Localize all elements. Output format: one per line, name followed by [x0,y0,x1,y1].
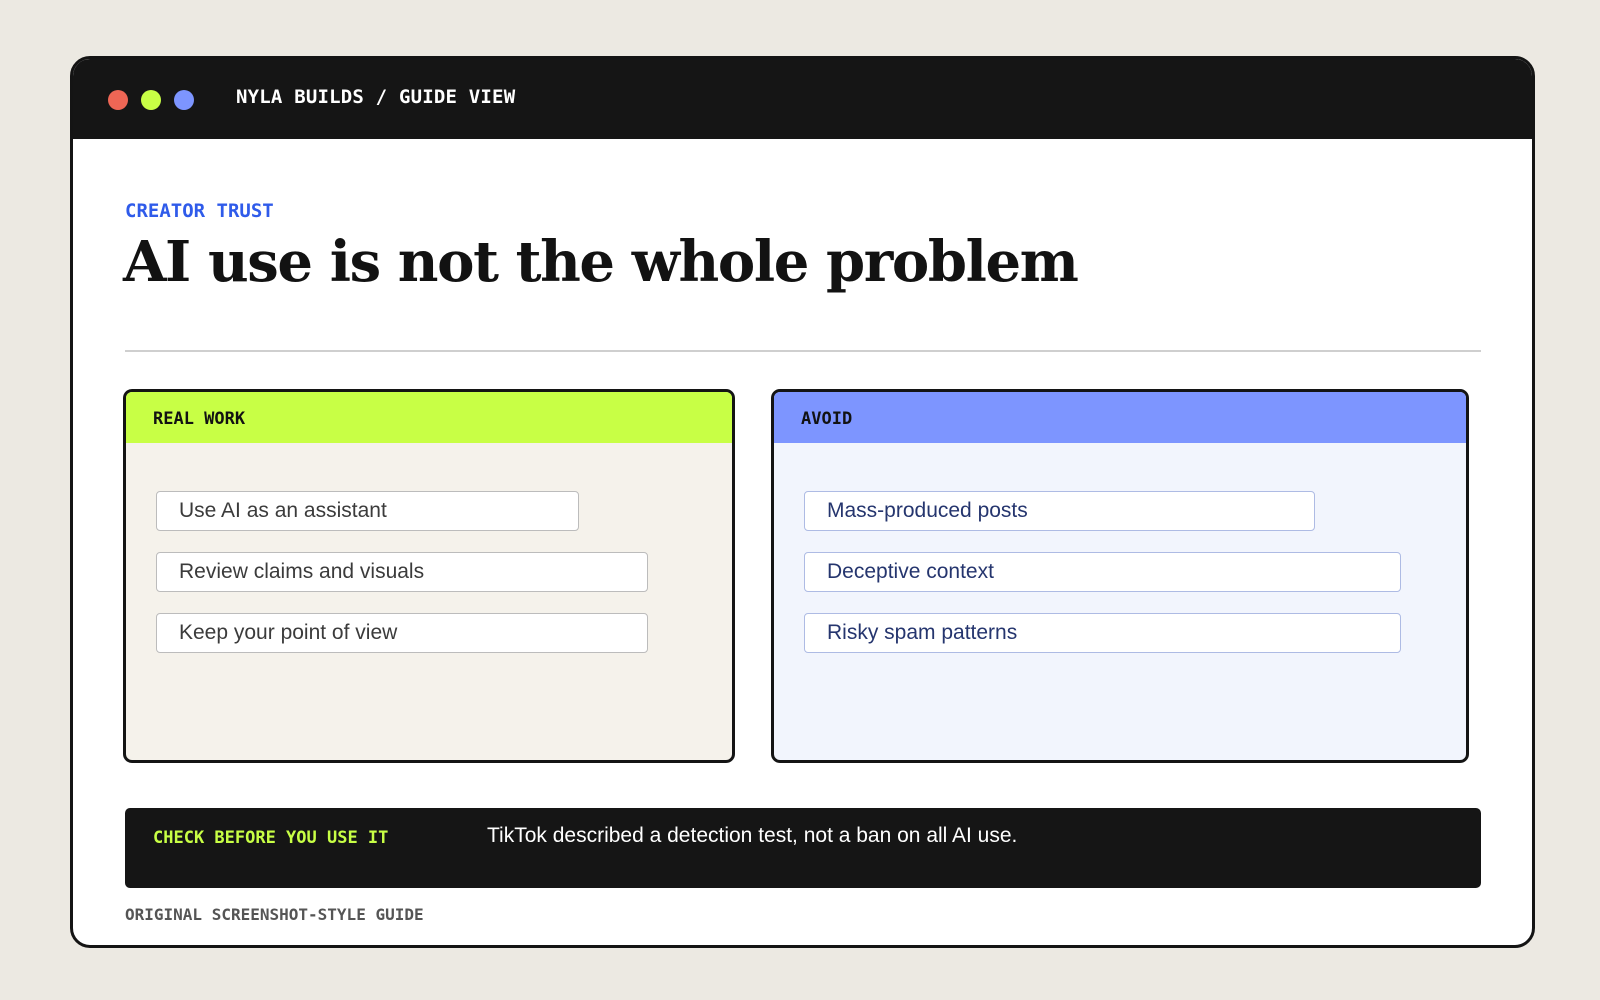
divider [125,350,1481,352]
real-work-panel: REAL WORK Use AI as an assistant Review … [123,389,735,763]
real-work-panel-header: REAL WORK [126,392,732,443]
callout-label: CHECK BEFORE YOU USE IT [153,828,389,848]
maximize-dot-icon[interactable] [174,90,194,110]
footer-note: ORIGINAL SCREENSHOT-STYLE GUIDE [125,905,424,924]
list-item: Deceptive context [804,552,1401,592]
title-bar: NYLA BUILDS / GUIDE VIEW [73,59,1532,139]
list-item: Review claims and visuals [156,552,648,592]
list-item: Risky spam patterns [804,613,1401,653]
list-item: Keep your point of view [156,613,648,653]
avoid-panel: AVOID Mass-produced posts Deceptive cont… [771,389,1469,763]
avoid-label: AVOID [801,409,853,429]
callout-text: TikTok described a detection test, not a… [487,824,1018,847]
avoid-panel-header: AVOID [774,392,1466,443]
guide-window: NYLA BUILDS / GUIDE VIEW CREATOR TRUST A… [70,56,1535,948]
section-eyebrow: CREATOR TRUST [125,200,274,222]
real-work-label: REAL WORK [153,409,246,429]
check-callout: CHECK BEFORE YOU USE IT TikTok described… [125,808,1481,888]
window-title: NYLA BUILDS / GUIDE VIEW [236,86,516,108]
list-item: Mass-produced posts [804,491,1315,531]
page-title: AI use is not the whole problem [123,229,1079,295]
list-item: Use AI as an assistant [156,491,579,531]
close-dot-icon[interactable] [108,90,128,110]
minimize-dot-icon[interactable] [141,90,161,110]
